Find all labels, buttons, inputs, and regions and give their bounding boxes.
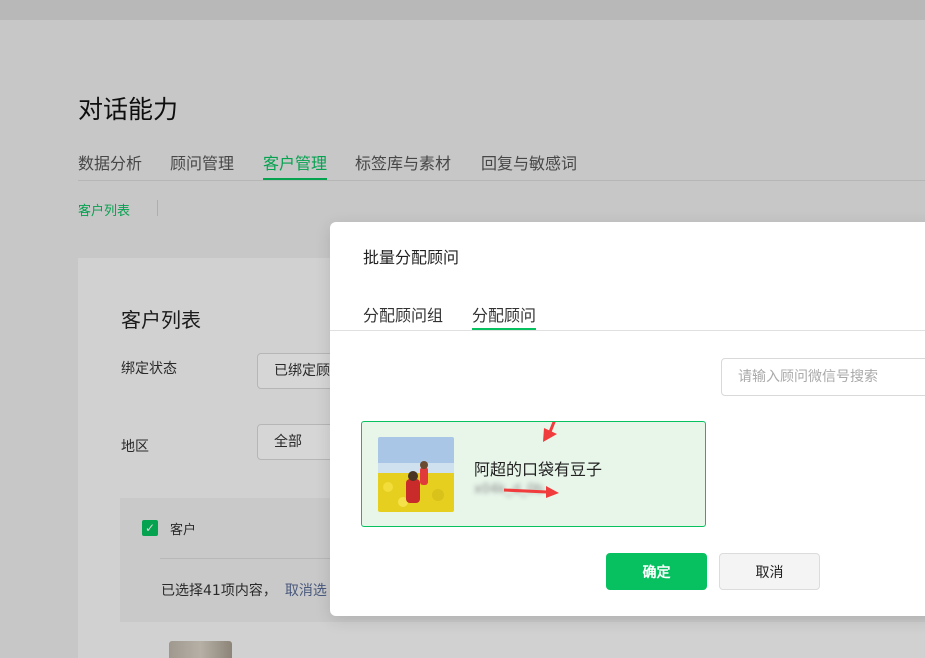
consultant-wxid: x04k_d_0b: [474, 482, 544, 497]
tab-assign-group[interactable]: 分配顾问组: [363, 302, 443, 326]
confirm-button[interactable]: 确定: [606, 553, 707, 590]
tab-assign-consultant[interactable]: 分配顾问: [472, 302, 537, 330]
cancel-button[interactable]: 取消: [719, 553, 820, 590]
consultant-name: 阿超的口袋有豆子: [474, 460, 603, 479]
consultant-card[interactable]: 阿超的口袋有豆子 x04k_d_0b: [361, 421, 706, 527]
modal-tabs: 分配顾问组 分配顾问: [330, 300, 925, 331]
consultant-search-input[interactable]: [721, 358, 925, 396]
consultant-avatar: [378, 437, 454, 512]
modal-title: 批量分配顾问: [363, 248, 460, 267]
batch-assign-modal: 批量分配顾问 分配顾问组 分配顾问 阿超的口袋有豆子 x04k_d_0b: [330, 222, 925, 616]
